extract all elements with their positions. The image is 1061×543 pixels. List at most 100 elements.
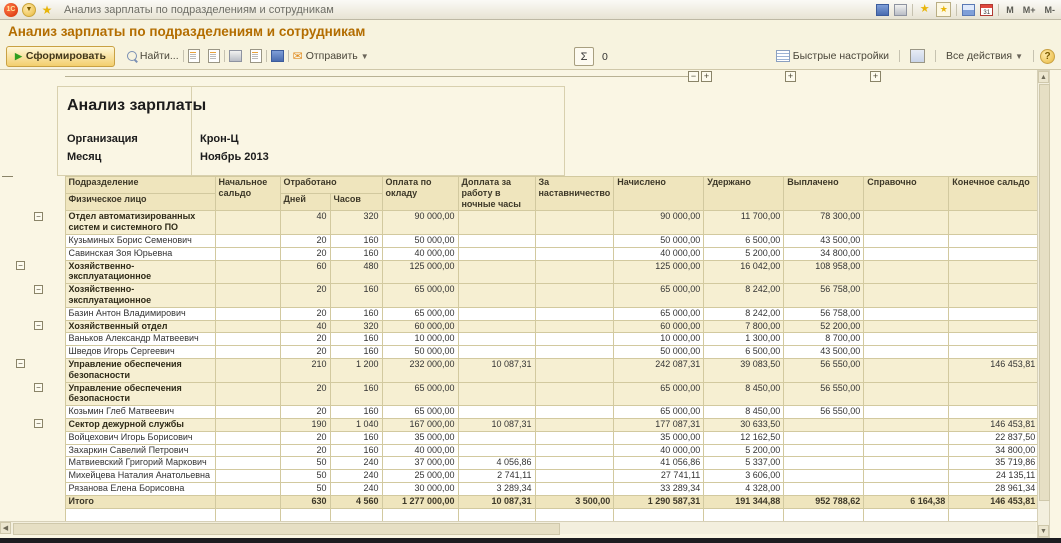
cell-paid[interactable] — [784, 482, 864, 495]
cell-night[interactable] — [458, 247, 535, 260]
cell-night[interactable] — [458, 234, 535, 247]
cell-days[interactable]: 630 — [280, 495, 330, 508]
cell-withheld[interactable]: 8 242,00 — [704, 284, 784, 308]
cell-night[interactable] — [458, 211, 535, 235]
cell-saldo_end[interactable] — [949, 247, 1039, 260]
expand-columns-button[interactable]: + — [701, 71, 712, 82]
cell-ref[interactable] — [864, 382, 949, 406]
cell-saldo_end[interactable] — [949, 307, 1039, 320]
collapse-group-button[interactable]: − — [34, 285, 43, 294]
cell-ref[interactable]: 6 164,38 — [864, 495, 949, 508]
cell-salary[interactable]: 25 000,00 — [382, 470, 458, 483]
department-name-cell[interactable]: Хозяйственный отдел — [65, 320, 215, 333]
scroll-left-button[interactable]: ◀ — [0, 522, 11, 534]
cell-hours[interactable] — [330, 508, 382, 521]
department-name-cell[interactable] — [65, 508, 215, 521]
cell-mentor[interactable] — [535, 320, 614, 333]
cell-withheld[interactable]: 3 606,00 — [704, 470, 784, 483]
cell-paid[interactable] — [784, 470, 864, 483]
cell-salary[interactable]: 40 000,00 — [382, 444, 458, 457]
save-report-button[interactable] — [267, 47, 288, 66]
cell-night[interactable] — [458, 307, 535, 320]
cell-salary[interactable]: 65 000,00 — [382, 284, 458, 308]
cell-ref[interactable] — [864, 211, 949, 235]
cell-withheld[interactable]: 4 328,00 — [704, 482, 784, 495]
cell-days[interactable]: 50 — [280, 482, 330, 495]
main-menu-button[interactable]: ▼ — [22, 3, 36, 17]
cell-mentor[interactable] — [535, 406, 614, 419]
collapse-group-button[interactable]: − — [16, 359, 25, 368]
cell-salary[interactable]: 40 000,00 — [382, 247, 458, 260]
cell-night[interactable]: 10 087,31 — [458, 495, 535, 508]
cell-salary[interactable]: 125 000,00 — [382, 260, 458, 284]
cell-withheld[interactable]: 6 500,00 — [704, 346, 784, 359]
cell-paid[interactable] — [784, 508, 864, 521]
cell-ref[interactable] — [864, 508, 949, 521]
cell-mentor[interactable] — [535, 211, 614, 235]
cell-hours[interactable]: 160 — [330, 444, 382, 457]
cell-paid[interactable]: 8 700,00 — [784, 333, 864, 346]
cell-saldo_end[interactable] — [949, 333, 1039, 346]
cell-withheld[interactable] — [704, 508, 784, 521]
vertical-scrollbar-thumb[interactable] — [1039, 84, 1050, 501]
cell-hours[interactable]: 160 — [330, 234, 382, 247]
favorites-star-icon[interactable]: ★ — [40, 3, 54, 17]
cell-ref[interactable] — [864, 444, 949, 457]
cell-saldo_start[interactable] — [215, 495, 280, 508]
cell-ref[interactable] — [864, 358, 949, 382]
cell-hours[interactable]: 160 — [330, 346, 382, 359]
cell-withheld[interactable]: 16 042,00 — [704, 260, 784, 284]
cell-hours[interactable]: 240 — [330, 470, 382, 483]
department-name-cell[interactable]: Хозяйственно-эксплуатационное — [65, 284, 215, 308]
cell-paid[interactable] — [784, 457, 864, 470]
cell-withheld[interactable]: 39 083,50 — [704, 358, 784, 382]
cell-saldo_end[interactable]: 35 719,86 — [949, 457, 1039, 470]
cell-salary[interactable]: 65 000,00 — [382, 307, 458, 320]
cell-salary[interactable]: 90 000,00 — [382, 211, 458, 235]
cell-withheld[interactable]: 8 450,00 — [704, 382, 784, 406]
cell-saldo_end[interactable]: 146 453,81 — [949, 495, 1039, 508]
cell-mentor[interactable] — [535, 431, 614, 444]
org-value[interactable]: Крон-Ц — [200, 133, 239, 145]
cell-days[interactable]: 210 — [280, 358, 330, 382]
cell-saldo_end[interactable] — [949, 382, 1039, 406]
cell-night[interactable] — [458, 431, 535, 444]
cell-withheld[interactable]: 8 450,00 — [704, 406, 784, 419]
cell-paid[interactable] — [784, 444, 864, 457]
cell-saldo_start[interactable] — [215, 346, 280, 359]
collapse-group-button[interactable]: − — [34, 383, 43, 392]
cell-mentor[interactable] — [535, 333, 614, 346]
cell-saldo_start[interactable] — [215, 470, 280, 483]
horizontal-scrollbar[interactable]: ◀ — [0, 521, 1036, 534]
cell-hours[interactable]: 160 — [330, 431, 382, 444]
cell-accrued[interactable]: 65 000,00 — [614, 307, 704, 320]
cell-night[interactable]: 2 741,11 — [458, 470, 535, 483]
cell-salary[interactable]: 65 000,00 — [382, 382, 458, 406]
cell-days[interactable]: 20 — [280, 406, 330, 419]
cell-saldo_start[interactable] — [215, 508, 280, 521]
help-button[interactable]: ? — [1040, 49, 1055, 64]
cell-hours[interactable]: 160 — [330, 247, 382, 260]
cell-hours[interactable]: 1 040 — [330, 418, 382, 431]
cell-ref[interactable] — [864, 284, 949, 308]
cell-accrued[interactable]: 33 289,34 — [614, 482, 704, 495]
cell-saldo_start[interactable] — [215, 320, 280, 333]
cell-mentor[interactable] — [535, 470, 614, 483]
cell-accrued[interactable]: 125 000,00 — [614, 260, 704, 284]
cell-mentor[interactable] — [535, 482, 614, 495]
department-name-cell[interactable]: Управление обеспечения безопасности — [65, 358, 215, 382]
department-name-cell[interactable]: Отдел автоматизированных систем и систем… — [65, 211, 215, 235]
memory-m-button[interactable]: M — [1004, 5, 1016, 15]
add-favorite-icon[interactable]: ★ — [918, 3, 931, 16]
cell-paid[interactable]: 52 200,00 — [784, 320, 864, 333]
cell-withheld[interactable]: 30 633,50 — [704, 418, 784, 431]
cell-mentor[interactable] — [535, 457, 614, 470]
person-name-cell[interactable]: Матвиевский Григорий Маркович — [65, 457, 215, 470]
cell-ref[interactable] — [864, 418, 949, 431]
collapse-group-button[interactable]: − — [16, 261, 25, 270]
cell-accrued[interactable]: 242 087,31 — [614, 358, 704, 382]
report-variants-button[interactable] — [906, 47, 929, 66]
cell-mentor[interactable] — [535, 307, 614, 320]
cell-saldo_end[interactable]: 28 961,34 — [949, 482, 1039, 495]
cell-hours[interactable]: 160 — [330, 284, 382, 308]
